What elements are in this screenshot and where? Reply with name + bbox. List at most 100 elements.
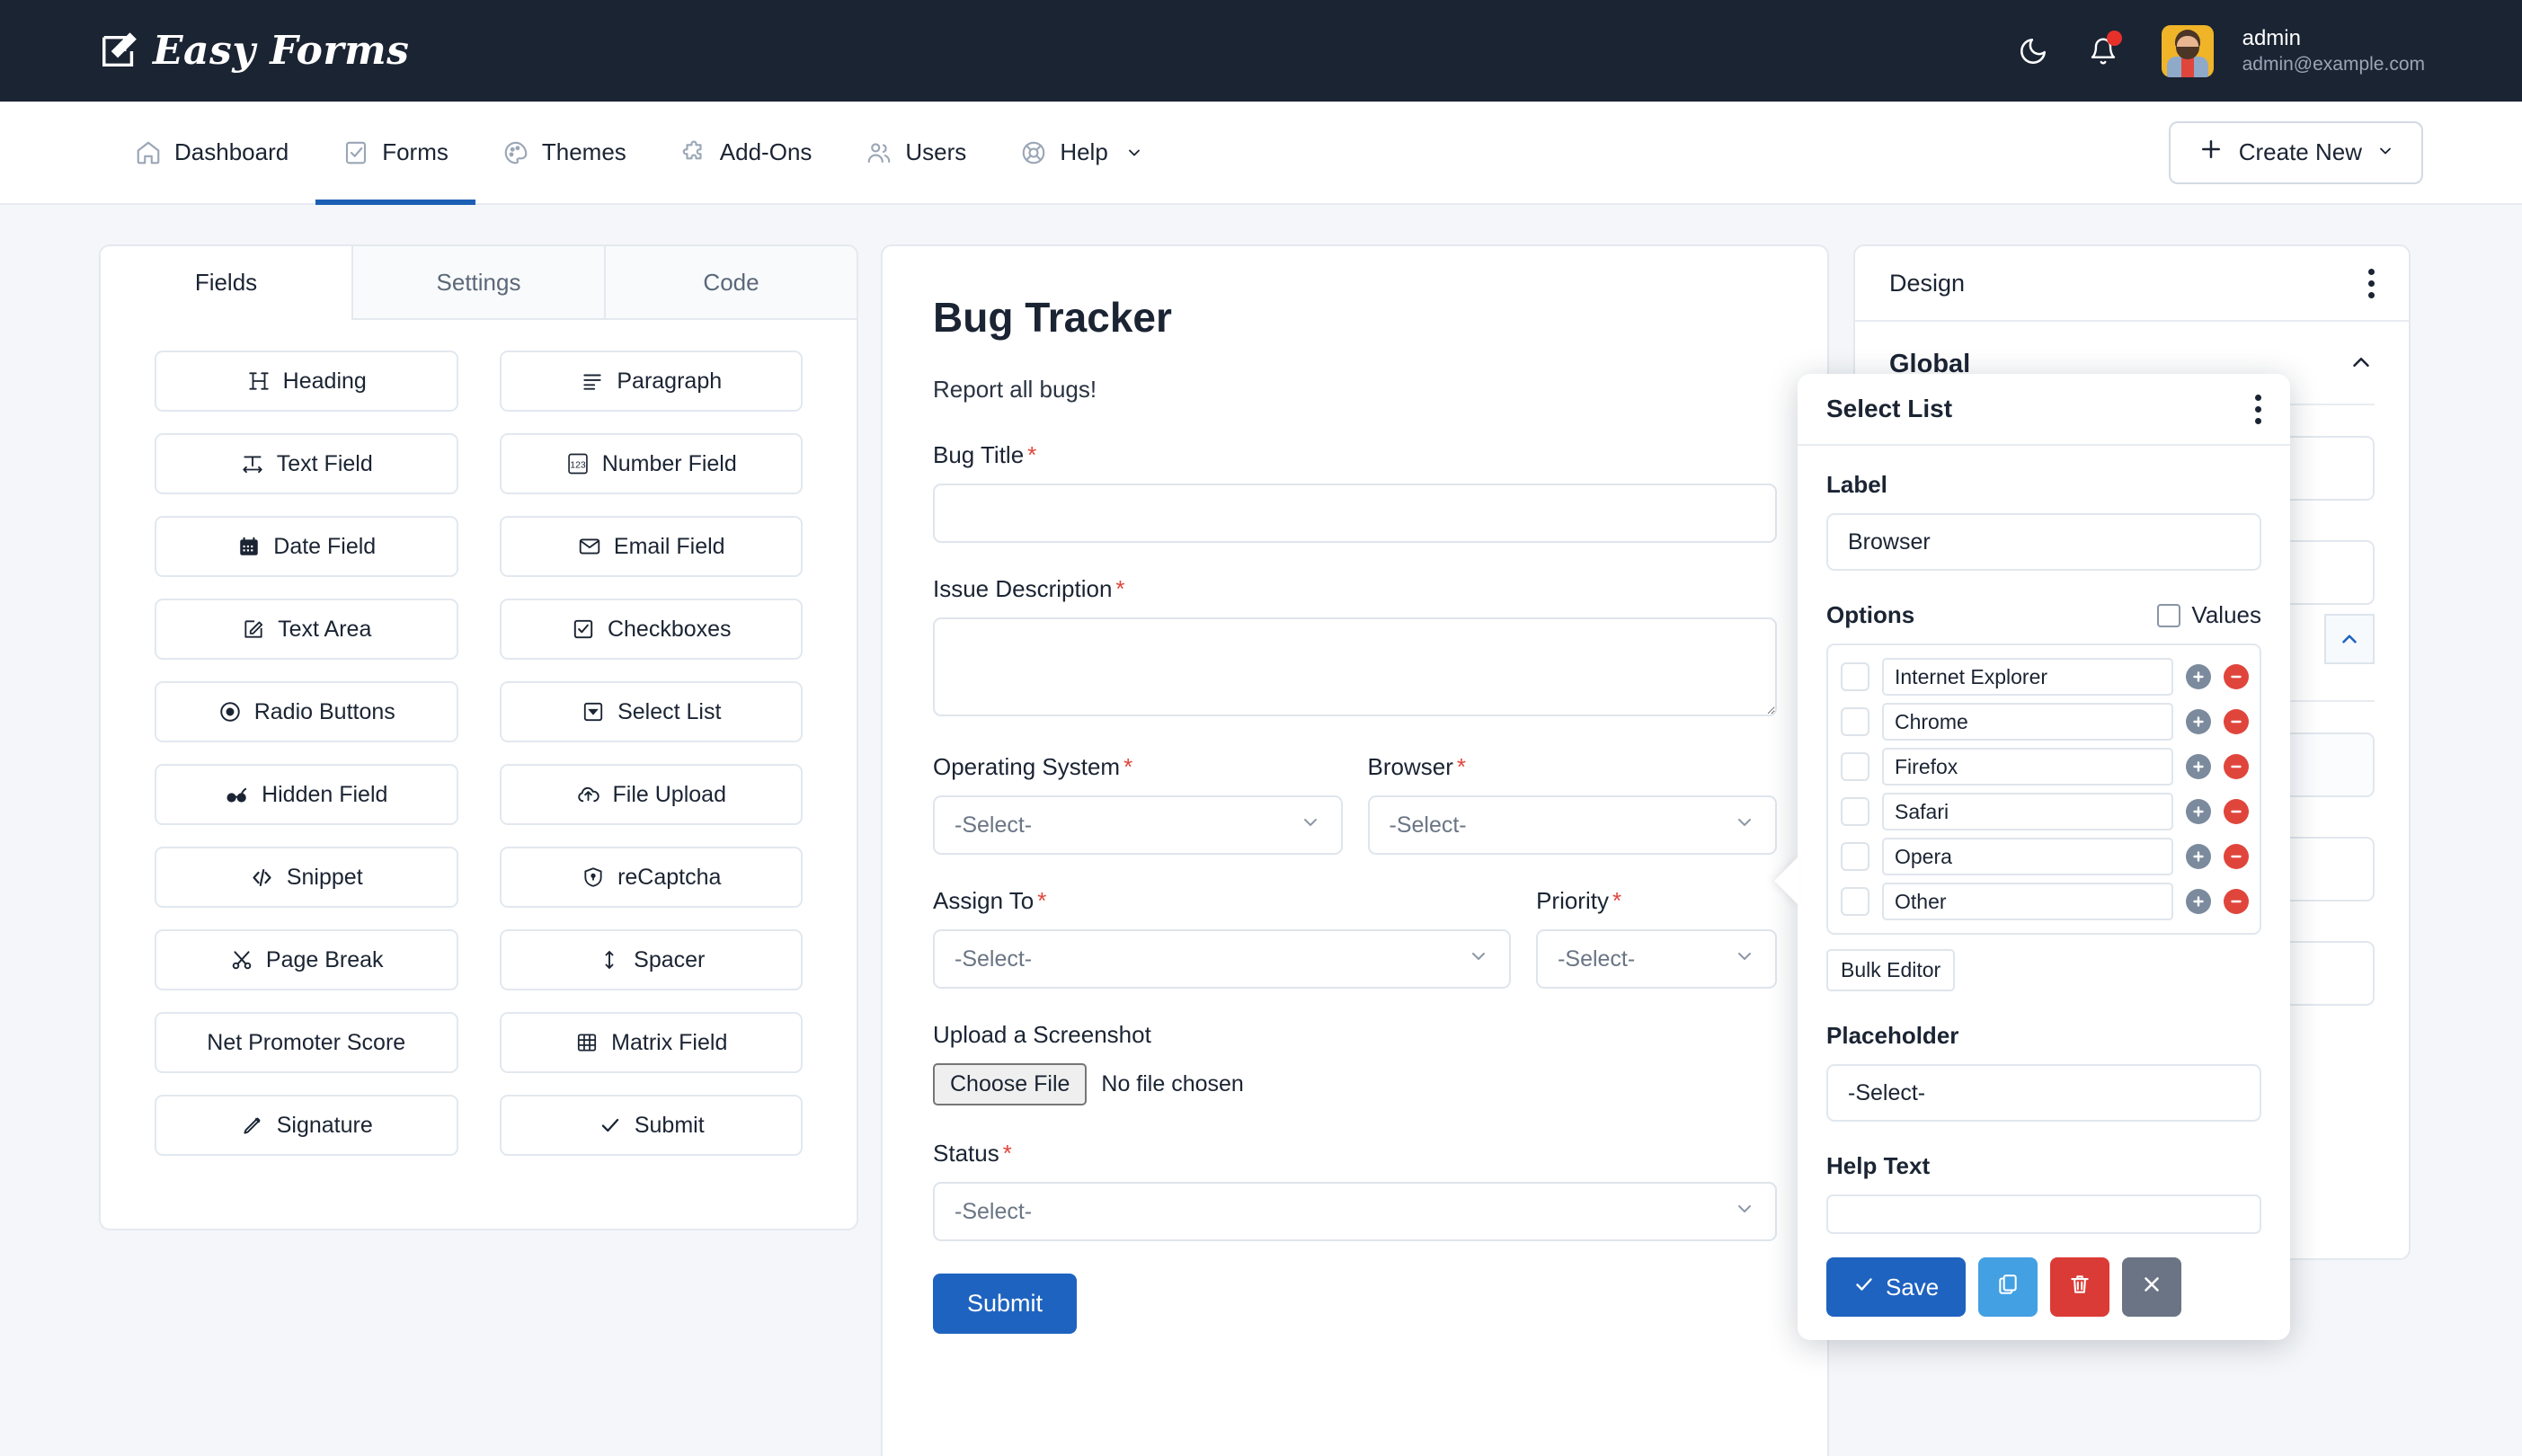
plus-circle-icon[interactable] — [2186, 844, 2211, 869]
create-new-button[interactable]: Create New — [2168, 120, 2423, 184]
minus-circle-icon[interactable] — [2224, 754, 2249, 779]
required-asterisk: * — [1612, 887, 1622, 914]
minus-circle-icon[interactable] — [2224, 799, 2249, 824]
bell-icon[interactable] — [2082, 30, 2124, 72]
field-button-snippet[interactable]: Snippet — [155, 847, 458, 908]
minus-circle-icon[interactable] — [2224, 844, 2249, 869]
minus-circle-icon[interactable] — [2224, 709, 2249, 734]
plus-circle-icon[interactable] — [2186, 754, 2211, 779]
label-input[interactable] — [1826, 513, 2261, 571]
field-button-file-upload[interactable]: File Upload — [499, 764, 803, 825]
calendar-icon — [236, 534, 262, 559]
field-button-checkboxes[interactable]: Checkboxes — [499, 599, 803, 660]
values-checkbox[interactable]: Values — [2157, 601, 2261, 629]
option-default-checkbox[interactable] — [1841, 662, 1869, 691]
assign-to-select[interactable]: -Select- — [933, 929, 1512, 989]
label-text: Priority — [1536, 887, 1609, 914]
chevron-down-icon — [1734, 1198, 1755, 1226]
bulk-editor-button[interactable]: Bulk Editor — [1826, 949, 1956, 991]
plus-circle-icon[interactable] — [2186, 709, 2211, 734]
operating-system-select[interactable]: -Select- — [933, 795, 1343, 855]
select-value: -Select- — [955, 1198, 1033, 1224]
option-default-checkbox[interactable] — [1841, 752, 1869, 781]
field-button-matrix-field[interactable]: Matrix Field — [499, 1012, 803, 1073]
chevron-down-icon — [1300, 812, 1321, 839]
field-button-net-promoter-score[interactable]: Net Promoter Score — [155, 1012, 458, 1073]
delete-button[interactable] — [2050, 1257, 2110, 1317]
browser-label: Browser * — [1368, 753, 1778, 781]
option-default-checkbox[interactable] — [1841, 887, 1869, 916]
plus-circle-icon[interactable] — [2186, 664, 2211, 689]
field-button-spacer[interactable]: Spacer — [499, 929, 803, 990]
form-submit-button[interactable]: Submit — [933, 1274, 1078, 1334]
nav-item-addons[interactable]: Add-Ons — [653, 102, 839, 203]
option-default-checkbox[interactable] — [1841, 707, 1869, 736]
brand-logo[interactable]: Easy Forms — [99, 28, 409, 74]
field-button-submit[interactable]: Submit — [499, 1095, 803, 1156]
tab-settings[interactable]: Settings — [351, 246, 604, 320]
tab-fields[interactable]: Fields — [101, 246, 351, 320]
priority-select[interactable]: -Select- — [1536, 929, 1777, 989]
lifebuoy-icon — [1020, 139, 1047, 166]
field-button-heading[interactable]: Heading — [155, 351, 458, 412]
nav-item-users[interactable]: Users — [839, 102, 993, 203]
tab-code[interactable]: Code — [604, 246, 857, 320]
status-select[interactable]: -Select- — [933, 1182, 1777, 1241]
save-button[interactable]: Save — [1826, 1257, 1967, 1317]
minus-circle-icon[interactable] — [2224, 889, 2249, 914]
option-default-checkbox[interactable] — [1841, 842, 1869, 871]
help-text-input[interactable] — [1826, 1194, 2261, 1234]
option-text-input[interactable] — [1882, 703, 2173, 741]
field-button-radio-buttons[interactable]: Radio Buttons — [155, 681, 458, 742]
field-button-signature[interactable]: Signature — [155, 1095, 458, 1156]
option-text-input[interactable] — [1882, 838, 2173, 875]
option-text-input[interactable] — [1882, 883, 2173, 920]
field-button-text-field[interactable]: Text Field — [155, 433, 458, 494]
notification-badge — [2106, 30, 2122, 46]
nav-item-dashboard[interactable]: Dashboard — [108, 102, 315, 203]
field-button-paragraph[interactable]: Paragraph — [499, 351, 803, 412]
chevron-down-icon — [2376, 138, 2394, 166]
field-button-date-field[interactable]: Date Field — [155, 516, 458, 577]
option-text-input[interactable] — [1882, 748, 2173, 786]
select-value: -Select- — [1558, 946, 1636, 972]
field-button-text-area[interactable]: Text Area — [155, 599, 458, 660]
minus-circle-icon[interactable] — [2224, 664, 2249, 689]
chevron-up-icon[interactable] — [2348, 349, 2375, 380]
field-button-hidden-field[interactable]: Hidden Field — [155, 764, 458, 825]
nav-item-forms[interactable]: Forms — [315, 102, 475, 205]
bug-title-input[interactable] — [933, 484, 1777, 543]
select-value: -Select- — [955, 946, 1033, 972]
number-123-icon: 123 — [565, 451, 591, 476]
field-buttons-grid: Heading Paragraph Text Field 123 Number … — [101, 320, 857, 1186]
three-dots-vertical-icon[interactable] — [2255, 394, 2261, 424]
field-button-page-break[interactable]: Page Break — [155, 929, 458, 990]
stepper-up-button[interactable] — [2324, 614, 2375, 664]
three-dots-vertical-icon[interactable] — [2368, 268, 2375, 298]
option-default-checkbox[interactable] — [1841, 797, 1869, 826]
field-label: Snippet — [286, 864, 363, 890]
placeholder-input[interactable] — [1826, 1064, 2261, 1122]
nav-item-help[interactable]: Help — [993, 102, 1174, 203]
signature-pen-icon — [240, 1113, 265, 1138]
field-label: Spacer — [634, 946, 706, 972]
option-text-input[interactable] — [1882, 793, 2173, 830]
plus-circle-icon[interactable] — [2186, 799, 2211, 824]
option-text-input[interactable] — [1882, 658, 2173, 696]
field-button-number-field[interactable]: 123 Number Field — [499, 433, 803, 494]
field-button-select-list[interactable]: Select List — [499, 681, 803, 742]
browser-select[interactable]: -Select- — [1367, 795, 1777, 855]
issue-description-textarea[interactable] — [933, 617, 1777, 716]
moon-icon[interactable] — [2012, 31, 2054, 72]
duplicate-button[interactable] — [1978, 1257, 2038, 1317]
avatar[interactable] — [2161, 24, 2214, 77]
field-button-recaptcha[interactable]: reCaptcha — [499, 847, 803, 908]
nav-item-themes[interactable]: Themes — [475, 102, 653, 203]
options-header: Options Values — [1826, 601, 2261, 629]
required-asterisk: * — [1123, 753, 1133, 780]
plus-circle-icon[interactable] — [2186, 889, 2211, 914]
close-button[interactable] — [2122, 1257, 2182, 1317]
choose-file-button[interactable]: Choose File — [933, 1063, 1088, 1105]
field-button-email-field[interactable]: Email Field — [499, 516, 803, 577]
user-menu[interactable]: admin admin@example.com — [2242, 26, 2425, 75]
